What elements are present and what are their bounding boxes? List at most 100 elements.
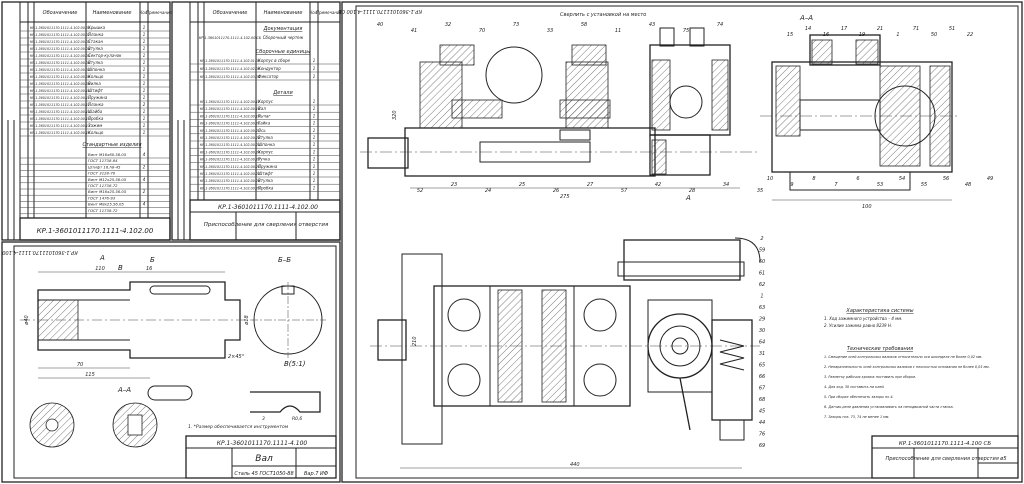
spec-row-qty: 1 [143, 53, 146, 58]
spec2-part-qty: 1 [313, 135, 316, 140]
spec-std-name: Винт М12х25.56.05 [88, 177, 127, 182]
spec2-part-code: КР.1-3601011170.1111-4.102.00.17 [200, 100, 261, 104]
sheet3-dim-d40: ø40 [24, 315, 30, 325]
spec-header-code: Обозначение [43, 10, 78, 16]
spec-std-name: ГОСТ 11738-84 [88, 158, 118, 163]
spec2-part-code: КР.1-3601011170.1111-4.102.00.26 [200, 165, 260, 169]
spec2-assy-qty: 1 [313, 66, 316, 71]
spec2-part-code: КР.1-3601011170.1111-4.102.00.22 [200, 136, 260, 140]
spec-row-qty: 1 [143, 123, 146, 128]
sheet4-dim-100: 100 [862, 204, 872, 210]
spec-std-qty: 4 [143, 202, 146, 207]
spec-row-name: Планка [88, 102, 104, 107]
spec-row-qty: 1 [143, 46, 146, 51]
callout-number: 33 [547, 28, 553, 34]
callout-number: 31 [759, 351, 765, 357]
sheet4-req-lines: 1. Смещение осей контрольных валиков отн… [824, 355, 990, 419]
spec2-part-name: Пробка [258, 185, 274, 190]
spec-row-code: КР.1-3601011170.1111-4.102.00.06 [30, 61, 90, 65]
sheet3-stamp-title: Вал [255, 454, 273, 464]
spec2-doc-code: КР.1-3601011170.1111-4.102.00.СБ [199, 36, 262, 40]
sheet4-tech-lines: 1. Ход зажимного устройства – 4 мм. 2. Ус… [824, 316, 902, 328]
spec-row-code: КР.1-3601011170.1111-4.102.00.01 [30, 26, 90, 30]
spec2-assy-qty: 1 [313, 74, 316, 79]
sheet4-tech-title: Характеристика системы [845, 308, 913, 314]
callout-number: 41 [411, 28, 417, 34]
spec2-part-name: Корпус [258, 149, 274, 154]
spec-row-qty: 1 [143, 39, 146, 44]
req-line: 4. Для ход. 30 поставить на клей. [824, 385, 885, 389]
sheet4-dim-440: 440 [570, 462, 580, 468]
callout-number: 45 [759, 409, 765, 415]
sheet4-view-arrow: А [685, 194, 691, 202]
spec-std-name: ГОСТ 11738-72 [88, 208, 118, 213]
spec2-part-code: КР.1-3601011170.1111-4.102.00.20 [200, 122, 260, 126]
callout-number: 28 [689, 188, 695, 194]
spec2-part-qty: 1 [313, 99, 316, 104]
spec2-assy-section: Сборочные единицы [256, 49, 310, 55]
callout-number: 34 [723, 182, 729, 188]
sheet4-dim-320: 320 [392, 110, 398, 120]
spec-row-name: Стакан [88, 39, 103, 44]
spec2-part-code: КР.1-3601011170.1111-4.102.00.29 [200, 186, 260, 190]
sheet2-stamp-code: КР.1-3601011170.1111-4.102.00 [218, 204, 318, 211]
spec2-part-name: Штифт [258, 171, 274, 176]
spec-row-qty: 1 [143, 130, 146, 135]
callout-number: 19 [859, 32, 865, 38]
spec-row-qty: 1 [143, 60, 146, 65]
spec-row-code: КР.1-3601011170.1111-4.102.00.12 [30, 103, 90, 107]
spec-row-code: КР.1-3601011170.1111-4.102.00.05 [30, 54, 90, 58]
callout-number: 22 [967, 32, 973, 38]
spec2-parts-section: Детали [272, 90, 293, 96]
spec-row-name: Шайба [88, 109, 103, 114]
callout-number: 64 [759, 340, 765, 346]
spec-header-note: Примечание [146, 10, 173, 15]
callout-number: 40 [377, 22, 383, 28]
sheet3-label-B: Б [150, 256, 155, 264]
req-line: 6. Датчик-реле давления устанавливать на… [824, 405, 954, 409]
spec2-part-name: Ручка [258, 157, 271, 162]
spec2-part-code: КР.1-3601011170.1111-4.102.00.18 [200, 107, 260, 111]
spec2-part-qty: 1 [313, 171, 316, 176]
spec-row-code: КР.1-3601011170.1111-4.102.00.11 [30, 96, 90, 100]
spec-std-name: ГОСТ 3128-70 [88, 171, 116, 176]
spec2-part-qty: 1 [313, 149, 316, 154]
spec-row-qty: 2 [143, 102, 146, 107]
sheet4-dim-210: 210 [412, 336, 418, 346]
spec2-part-qty: 1 [313, 128, 316, 133]
req-line: 3. Разметку рабочих кромок поставить при… [824, 375, 916, 379]
callout-number: 14 [805, 26, 811, 32]
sheet3-rotated-code: КР.1-3601011170.1111-4.100 [2, 249, 77, 255]
req-line: 7. Зазоры поз. 73, 74 не менее 1 мм. [824, 415, 889, 419]
sheet1-spec: Обозначение Наименование Кол. Примечание… [1, 1, 173, 241]
tech-line: 2. Усилие зажима равно 8239 Н. [824, 323, 892, 328]
spec-std-name: Винт М8х25.56.05 [88, 202, 124, 207]
callout-number: 55 [921, 182, 927, 188]
callout-number: 57 [621, 188, 628, 194]
callout-number: 25 [519, 182, 525, 188]
spec-row-name: Крышка [88, 25, 106, 30]
callout-number: 61 [759, 271, 765, 277]
callout-number: 30 [759, 328, 765, 334]
req-line: 2. Непараллельность осей контрольных вал… [824, 365, 990, 369]
spec2-part-qty: 1 [313, 164, 316, 169]
spec2-part-qty: 1 [313, 185, 316, 190]
spec-row-code: КР.1-3601011170.1111-4.102.00.14 [30, 117, 90, 121]
callout-number: 16 [823, 32, 829, 38]
sheet3-label-BB: Б–Б [278, 256, 291, 264]
spec-row-code: КР.1-3601011170.1111-4.102.00.08 [30, 75, 90, 79]
sheet4-stamp-title: Приспособление для сверления отверстия ø… [885, 456, 1006, 462]
spec2-part-name: Втулка [258, 178, 273, 183]
spec2-part-name: Гайка [258, 121, 271, 126]
sheet3-stamp-material: Сталь 45 ГОСТ1050-88 [234, 471, 293, 477]
spec2-part-name: Вал [258, 106, 266, 111]
callout-number: 10 [767, 176, 773, 182]
callout-number: 58 [581, 22, 587, 28]
spec-std-qty: 2 [143, 164, 146, 169]
spec2-assy-qty: 1 [313, 58, 316, 63]
callout-number: 65 [759, 363, 765, 369]
spec-row-code: КР.1-3601011170.1111-4.102.00.15 [30, 124, 90, 128]
callout-number: 1 [896, 32, 899, 38]
callout-number: 60 [759, 259, 765, 265]
spec2-part-qty: 1 [313, 121, 316, 126]
